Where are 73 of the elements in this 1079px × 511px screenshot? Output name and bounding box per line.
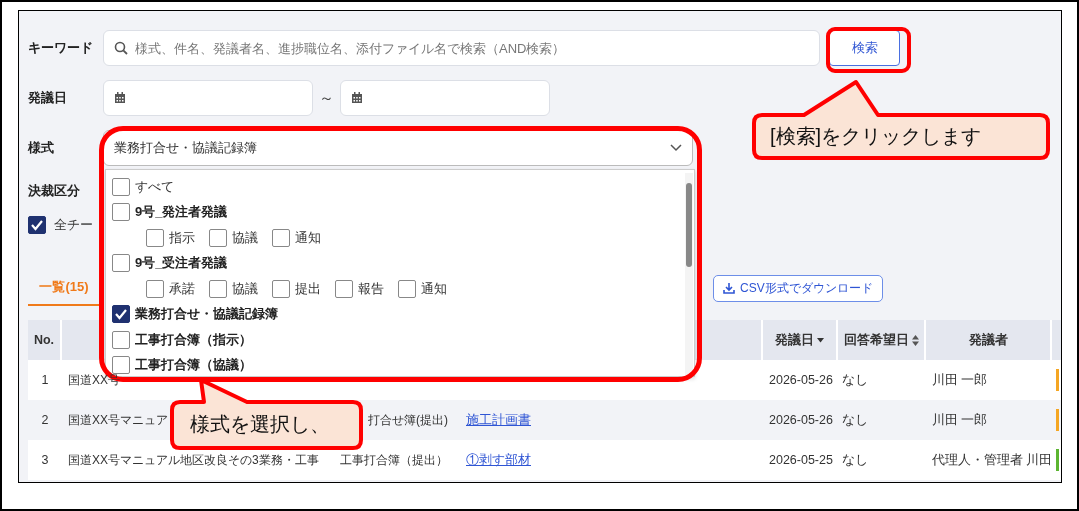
table-cell: 国道XX号マニュアル地区改良その3業務・工事 bbox=[68, 451, 319, 469]
table-cell: なし bbox=[842, 371, 868, 389]
download-icon bbox=[723, 282, 735, 294]
sort-icon[interactable] bbox=[911, 334, 919, 346]
checkbox[interactable] bbox=[112, 177, 130, 196]
checkbox[interactable] bbox=[28, 216, 46, 234]
sort-down-icon[interactable] bbox=[817, 337, 824, 343]
table-cell: 2026-05-25 bbox=[769, 453, 833, 467]
search-button[interactable]: 検索 bbox=[829, 30, 900, 66]
option-label[interactable]: 報告 bbox=[358, 279, 384, 298]
checkbox[interactable] bbox=[112, 330, 130, 349]
option-label[interactable]: すべて bbox=[135, 177, 174, 196]
checkbox[interactable] bbox=[272, 228, 290, 247]
search-field[interactable]: 様式、件名、発議者名、進捗職位名、添付ファイル名で検索（AND検索） bbox=[103, 30, 820, 66]
table-cell: なし bbox=[842, 451, 868, 469]
option-label[interactable]: 9号_受注者発議 bbox=[135, 254, 228, 273]
calendar-icon bbox=[351, 92, 363, 104]
option-label[interactable]: 工事打合簿（指示） bbox=[135, 330, 252, 349]
option-label[interactable]: 通知 bbox=[421, 279, 447, 298]
table-cell: 2 bbox=[41, 413, 49, 427]
checkbox[interactable] bbox=[112, 254, 130, 273]
table-cell: なし bbox=[842, 411, 868, 429]
table-cell: 2026-05-26 bbox=[769, 413, 833, 427]
column-header[interactable]: 発議日 bbox=[775, 331, 814, 349]
option-label[interactable]: 9号_発注者発議 bbox=[135, 203, 228, 222]
checkbox[interactable] bbox=[209, 228, 227, 247]
field-label: 様式 bbox=[28, 139, 55, 157]
option-label[interactable]: 工事打合簿（協議） bbox=[135, 356, 252, 375]
callout-text: [検索]をクリックします bbox=[770, 124, 982, 149]
column-header[interactable]: No. bbox=[33, 333, 55, 347]
table-cell: 川田 一郎 bbox=[932, 371, 988, 389]
table-cell: 2026-05-26 bbox=[769, 373, 833, 387]
field-label: キーワード bbox=[28, 39, 94, 57]
checkbox-label: 全チー bbox=[54, 216, 93, 234]
attachment-link[interactable]: 施工計画書 bbox=[466, 411, 531, 429]
table-cell: 代理人・管理者 川田 bbox=[932, 451, 1052, 469]
column-header[interactable]: 回答希望日 bbox=[843, 331, 909, 349]
chevron-icon bbox=[670, 144, 682, 152]
option-label[interactable]: 業務打合せ・協議記録簿 bbox=[135, 305, 278, 324]
field-label: 発議日 bbox=[28, 89, 68, 107]
style-select[interactable]: 業務打合せ・協議記録簿 bbox=[103, 130, 693, 166]
calendar-icon bbox=[114, 92, 126, 104]
option-label[interactable]: 通知 bbox=[295, 228, 321, 247]
field-label: 決裁区分 bbox=[28, 182, 81, 200]
csv-download-button[interactable]: CSV形式でダウンロード bbox=[713, 274, 883, 302]
scrollbar[interactable] bbox=[685, 173, 693, 376]
range-separator: ～ bbox=[318, 88, 335, 108]
date-field[interactable] bbox=[340, 80, 550, 116]
checkbox[interactable] bbox=[146, 279, 164, 298]
option-label[interactable]: 協議 bbox=[232, 279, 258, 298]
checkbox[interactable] bbox=[146, 228, 164, 247]
table-cell: 3 bbox=[41, 453, 49, 467]
attachment-link[interactable]: ①剥す部材 bbox=[466, 451, 531, 469]
option-label[interactable]: 協議 bbox=[232, 228, 258, 247]
table-cell: 川田 一郎 bbox=[932, 411, 988, 429]
checkbox[interactable] bbox=[112, 305, 130, 324]
date-field[interactable] bbox=[103, 80, 313, 116]
table-cell: 打合せ簿(提出) bbox=[368, 411, 448, 429]
table-cell: 国道XX号マニュア bbox=[68, 411, 168, 429]
checkbox[interactable] bbox=[272, 279, 290, 298]
callout-text: 様式を選択し、 bbox=[190, 412, 330, 437]
checkbox[interactable] bbox=[209, 279, 227, 298]
search-icon bbox=[114, 41, 128, 55]
checkbox[interactable] bbox=[335, 279, 353, 298]
checkbox[interactable] bbox=[398, 279, 416, 298]
table-cell: 工事打合簿（提出） bbox=[340, 451, 448, 469]
option-label[interactable]: 承諾 bbox=[169, 279, 195, 298]
checkbox[interactable] bbox=[112, 356, 130, 375]
table-cell: 1 bbox=[41, 373, 49, 387]
option-label[interactable]: 提出 bbox=[295, 279, 321, 298]
column-header[interactable]: 発議者 bbox=[968, 331, 1008, 349]
option-label[interactable]: 指示 bbox=[169, 228, 195, 247]
checkbox[interactable] bbox=[112, 203, 130, 222]
